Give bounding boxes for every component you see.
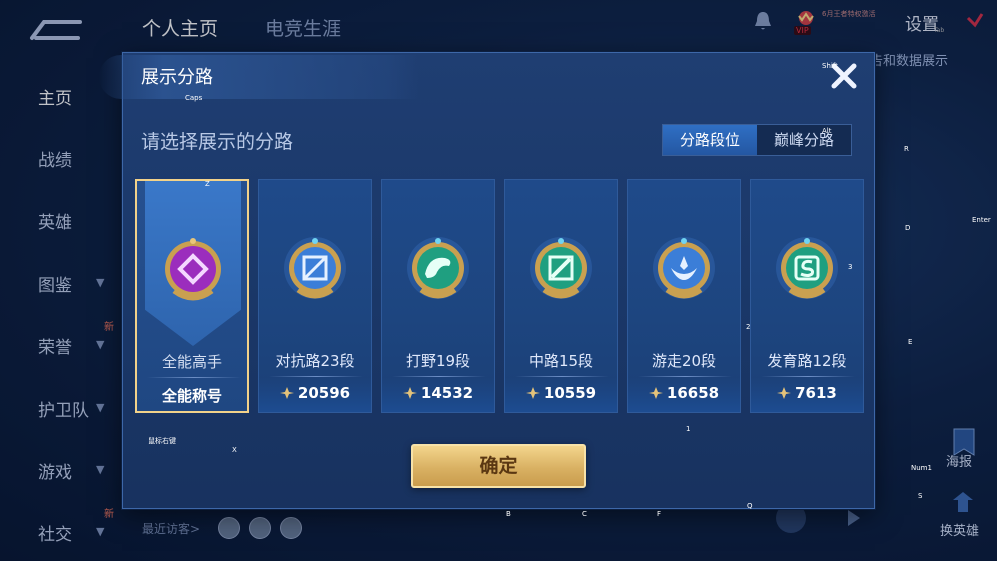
key-hint: 3 xyxy=(848,263,853,271)
divider xyxy=(515,376,609,377)
card-title: 发育路12段 xyxy=(767,352,847,370)
rank-points-icon xyxy=(648,387,663,399)
card-score: 全能称号 xyxy=(161,387,222,405)
key-hint: Q xyxy=(747,502,753,510)
lane-card-all-round[interactable]: 全能高手 全能称号 xyxy=(135,179,249,413)
roam-emblem-icon xyxy=(653,237,715,299)
divider xyxy=(761,376,855,377)
key-hint: Z xyxy=(205,180,210,188)
lane-card-mid[interactable]: 中路15段 10559 xyxy=(504,179,618,413)
jungle-emblem-icon xyxy=(407,237,469,299)
key-hint: F xyxy=(657,510,662,518)
card-score: 20596 xyxy=(259,384,371,402)
score-value: 7613 xyxy=(795,384,837,402)
key-hint: C xyxy=(582,510,587,518)
all-round-emblem-icon xyxy=(165,238,221,301)
farm-lane-emblem-icon xyxy=(776,237,838,299)
divider xyxy=(147,377,241,378)
score-value: 16658 xyxy=(666,384,720,402)
key-hint: D xyxy=(905,224,911,232)
clash-lane-emblem-icon xyxy=(284,237,346,299)
card-score: 14532 xyxy=(382,384,494,402)
divider xyxy=(269,376,363,377)
card-title: 打野19段 xyxy=(405,352,471,370)
divider xyxy=(638,376,732,377)
key-hint: X xyxy=(232,446,237,454)
lane-card-jungle[interactable]: 打野19段 14532 xyxy=(381,179,495,413)
rank-points-icon xyxy=(402,387,417,399)
dialog-title: 展示分路 xyxy=(141,67,213,88)
card-title: 中路15段 xyxy=(528,352,594,370)
card-score: 7613 xyxy=(751,384,863,402)
score-value: 20596 xyxy=(297,384,351,402)
key-hint: Enter xyxy=(972,216,991,224)
card-title: 游走20段 xyxy=(651,352,717,370)
key-hint: 1 xyxy=(686,425,691,433)
card-score: 16658 xyxy=(628,384,740,402)
divider xyxy=(392,376,486,377)
key-hint: Caps xyxy=(185,94,203,102)
key-hint: 鼠标右键 xyxy=(148,437,176,445)
score-value: 10559 xyxy=(543,384,597,402)
key-hint: R xyxy=(904,145,909,153)
key-hint: Alt xyxy=(822,127,832,135)
card-title: 对抗路23段 xyxy=(275,352,355,370)
lane-display-dialog: 展示分路 请选择展示的分路 分路段位 巅峰分路 全能高手 全能称号 对抗路23段… xyxy=(99,52,875,509)
segment-lane-rank[interactable]: 分路段位 xyxy=(663,125,757,155)
dialog-question: 请选择展示的分路 xyxy=(141,131,294,153)
confirm-button[interactable]: 确定 xyxy=(411,444,586,488)
key-hint: Num1 xyxy=(911,464,932,472)
key-hint: 2 xyxy=(746,323,751,331)
key-hint: S xyxy=(918,492,923,500)
segment-peak-lane[interactable]: 巅峰分路 xyxy=(757,125,851,155)
card-score: 10559 xyxy=(505,384,617,402)
lane-card-roam[interactable]: 游走20段 16658 xyxy=(627,179,741,413)
card-title: 全能高手 xyxy=(161,353,222,371)
key-hint: Shift xyxy=(822,62,838,70)
lane-card-farm[interactable]: 发育路12段 7613 xyxy=(750,179,864,413)
mid-lane-emblem-icon xyxy=(530,237,592,299)
key-hint: E xyxy=(908,338,913,346)
rank-points-icon xyxy=(777,387,792,399)
rank-points-icon xyxy=(525,387,540,399)
rank-points-icon xyxy=(279,387,294,399)
lane-card-clash[interactable]: 对抗路23段 20596 xyxy=(258,179,372,413)
lane-card-list: 全能高手 全能称号 对抗路23段 20596 打野19段 14532 中路15段… xyxy=(135,179,865,415)
key-hint: B xyxy=(506,510,511,518)
score-value: 14532 xyxy=(420,384,474,402)
